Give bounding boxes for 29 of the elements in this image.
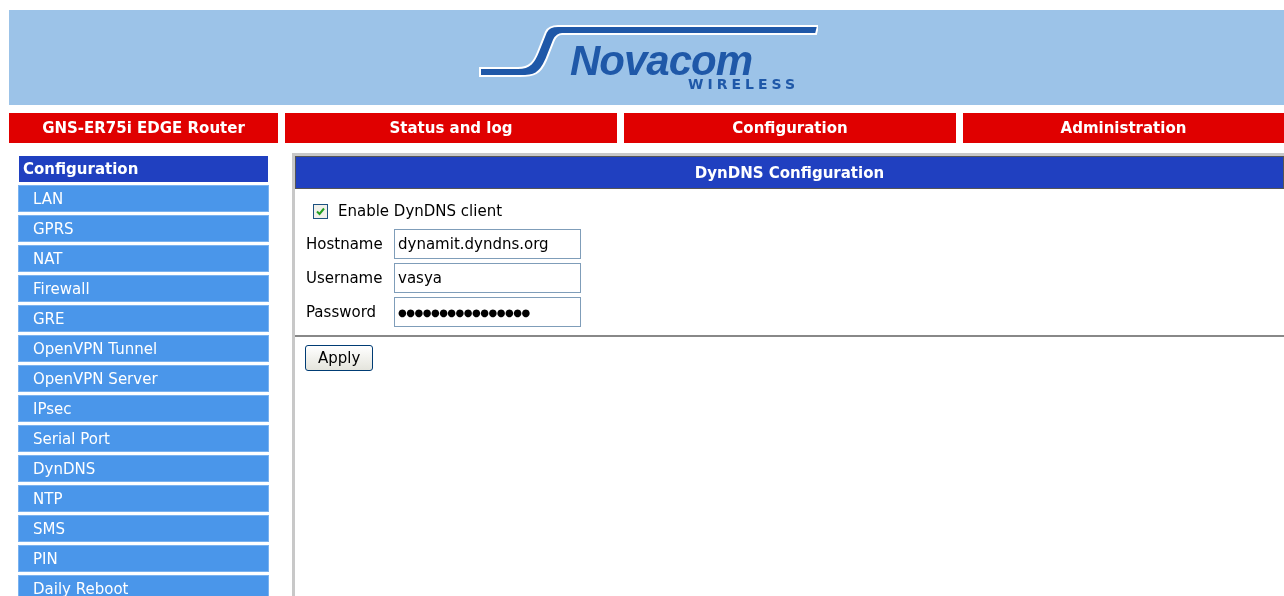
sidebar-item[interactable]: OpenVPN Tunnel — [18, 335, 269, 362]
sidebar-heading: Configuration — [19, 156, 268, 182]
input-field[interactable]: vasya — [394, 263, 581, 293]
sidebar-item[interactable]: Serial Port — [18, 425, 269, 452]
input-field[interactable]: ●●●●●●●●●●●●●●●● — [394, 297, 581, 327]
sidebar-item[interactable]: GRE — [18, 305, 269, 332]
field-label: Hostname — [306, 235, 384, 253]
nav-tab[interactable]: Status and log — [285, 113, 617, 143]
sidebar-item[interactable]: GPRS — [18, 215, 269, 242]
sidebar-item[interactable]: NTP — [18, 485, 269, 512]
nav-tab[interactable]: GNS-ER75i EDGE Router — [9, 113, 278, 143]
field-label: Password — [306, 303, 378, 321]
field-label: Username — [306, 269, 384, 287]
panel-title: DynDNS Configuration — [295, 156, 1284, 189]
sidebar-item[interactable]: OpenVPN Server — [18, 365, 269, 392]
sidebar-item[interactable]: Daily Reboot — [18, 575, 269, 596]
checkbox-label: Enable DynDNS client — [338, 202, 503, 220]
sidebar-item[interactable]: Firewall — [18, 275, 269, 302]
apply-button[interactable]: Apply — [305, 345, 374, 371]
nav-tab[interactable]: Administration — [963, 113, 1284, 143]
sidebar-item[interactable]: SMS — [18, 515, 269, 542]
nav-tab[interactable]: Configuration — [624, 113, 956, 143]
sidebar-item[interactable]: IPsec — [18, 395, 269, 422]
input-field[interactable]: dynamit.dyndns.org — [394, 229, 581, 259]
sidebar-item[interactable]: DynDNS — [18, 455, 269, 482]
checkbox[interactable] — [313, 203, 328, 219]
sidebar-item[interactable]: PIN — [18, 545, 269, 572]
sidebar-item[interactable]: LAN — [18, 185, 269, 212]
sidebar-item[interactable]: NAT — [18, 245, 269, 272]
